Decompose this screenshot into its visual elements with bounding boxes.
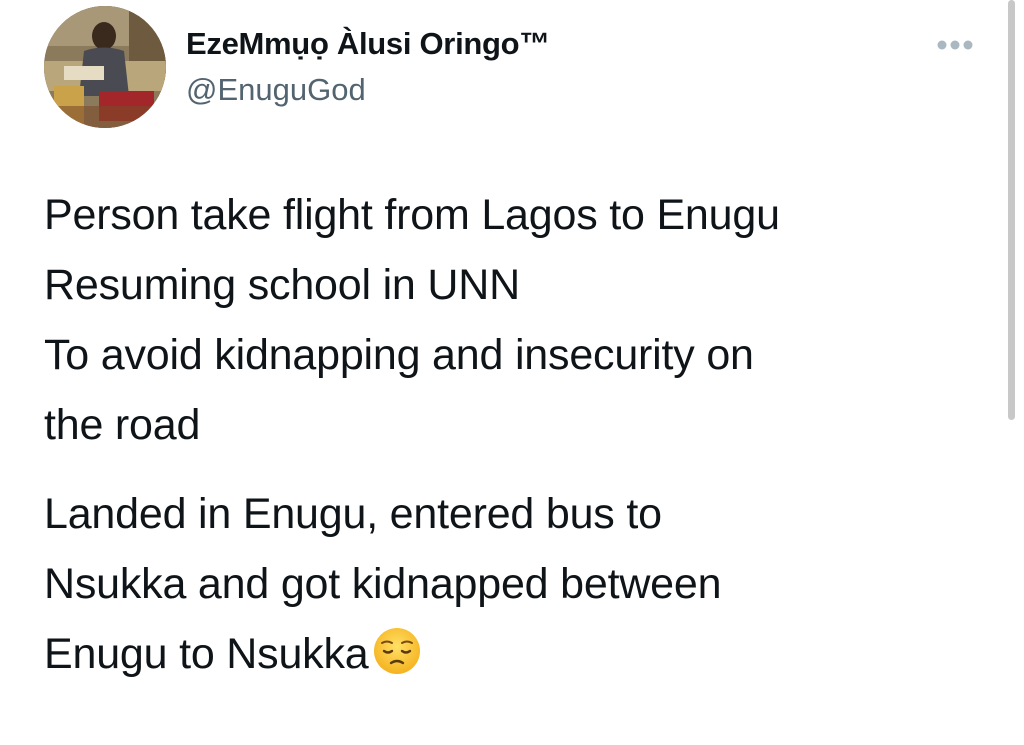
author-display-name[interactable]: EzeMmụọ Àlusi Oringo™ bbox=[186, 26, 550, 62]
tweet-text-line-content: Enugu to Nsukka bbox=[44, 630, 369, 678]
more-options-icon bbox=[937, 40, 973, 50]
scrollbar-thumb[interactable] bbox=[1008, 0, 1015, 420]
tweet-text-line: Person take flight from Lagos to Enugu bbox=[44, 191, 780, 239]
avatar-photo-icon bbox=[44, 6, 166, 128]
tweet-text-line: To avoid kidnapping and insecurity on bbox=[44, 331, 754, 379]
more-options-button[interactable] bbox=[930, 30, 980, 60]
tweet-text-paragraph-2: Landed in Enugu, entered bus to Nsukka a… bbox=[44, 479, 722, 697]
pensive-face-icon bbox=[372, 626, 422, 697]
tweet-text-line-last: Enugu to Nsukka bbox=[44, 619, 721, 697]
tweet-text-paragraph-1: Person take flight from Lagos to Enugu R… bbox=[44, 180, 780, 460]
tweet-text-line: Landed in Enugu, entered bus to bbox=[44, 490, 662, 538]
tweet-text-line: Nsukka and got kidnapped between bbox=[44, 560, 722, 608]
tweet-text-line: the road bbox=[44, 401, 201, 449]
tweet-card: EzeMmụọ Àlusi Oringo™ @EnuguGod Person t… bbox=[0, 0, 1024, 745]
tweet-text-line: Resuming school in UNN bbox=[44, 261, 520, 309]
avatar[interactable] bbox=[44, 6, 166, 128]
author-handle[interactable]: @EnuguGod bbox=[186, 72, 366, 108]
